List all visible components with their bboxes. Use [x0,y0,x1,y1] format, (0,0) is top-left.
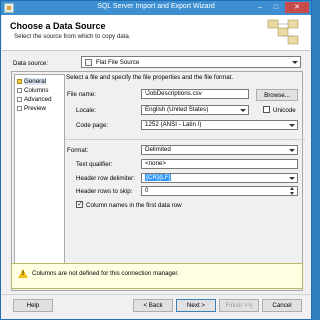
chevron-down-icon[interactable] [287,121,296,129]
title-bar[interactable]: SQL Server Import and Export Wizard – □ … [1,1,311,15]
maximize-button[interactable]: □ [269,2,283,13]
data-source-value: Flat File Source [96,59,140,66]
nav-item-preview[interactable]: Preview [17,104,46,112]
help-button[interactable]: Help [13,299,53,312]
column-names-checkbox[interactable] [76,200,83,208]
back-button[interactable]: < Back [133,299,173,312]
warning-icon [17,78,22,84]
general-description: Select a file and specify the file prope… [66,74,234,81]
nav-item-advanced[interactable]: Advanced [17,95,52,103]
nav-item-columns[interactable]: Columns [17,86,48,94]
header-row-delimiter-value: {CR}{LF} [145,174,172,181]
text-qualifier-label: Text qualifier: [76,161,113,168]
chevron-down-icon[interactable] [238,106,247,114]
browse-button[interactable]: Browse... [256,89,298,101]
unicode-label: Unicode [273,107,296,114]
header-row-delimiter-dropdown[interactable]: {CR}{LF} [141,173,298,183]
nav-item-general[interactable]: General [17,77,47,85]
page-icon [17,96,22,102]
wizard-header: Choose a Data Source Select the source f… [2,15,310,51]
data-source-dropdown[interactable]: Flat File Source [81,56,301,68]
format-value: Delimited [145,146,171,153]
close-button[interactable]: ✕ [285,2,309,13]
header-rows-skip-label: Header rows to skip: [76,188,133,195]
spinner-arrows-icon[interactable] [289,187,296,195]
header-rows-skip-value: 0 [145,187,149,194]
header-row-delimiter-label: Header row delimiter: [76,175,135,182]
wizard-window: SQL Server Import and Export Wizard – □ … [0,0,312,320]
warning-text: Columns are not defined for this connect… [32,270,179,277]
bottom-separator [2,294,310,295]
warning-icon: ! [18,269,28,278]
page-subtitle: Select the source from which to copy dat… [14,33,131,40]
format-dropdown[interactable]: Delimited [141,145,298,155]
code-page-label: Code page: [76,122,108,129]
unicode-checkbox[interactable] [263,106,270,113]
chevron-down-icon[interactable] [290,58,299,66]
nav-item-label: General [24,77,47,85]
warning-bar: ! Columns are not defined for this conne… [11,263,303,289]
nav-item-label: Columns [24,86,49,94]
chevron-down-icon[interactable] [287,174,296,182]
nav-list: General Columns Advanced Preview [14,74,65,288]
minimize-button[interactable]: – [253,2,267,13]
nav-item-label: Preview [24,104,47,112]
page-icon [17,87,22,93]
file-name-field[interactable]: \JobDescriptions.csv [141,89,249,99]
cancel-button[interactable]: Cancel [262,299,302,312]
flat-file-icon [85,59,92,66]
section-divider [65,139,305,140]
file-name-label: File name: [67,91,96,98]
finish-button[interactable]: Finish >>| [219,299,259,312]
code-page-dropdown[interactable]: 1252 (ANSI - Latin I) [141,120,298,130]
locale-label: Locale: [76,107,96,114]
nav-item-label: Advanced [24,95,52,103]
data-source-label: Data source: [13,60,49,67]
text-qualifier-field[interactable]: <none> [141,159,298,169]
wizard-graphic-icon [267,19,299,45]
header-rows-skip-stepper[interactable]: 0 [141,186,298,196]
chevron-down-icon[interactable] [287,146,296,154]
next-button[interactable]: Next > [176,299,216,312]
page-icon [17,105,22,111]
column-names-label: Column names in the first data row [86,202,182,209]
locale-dropdown[interactable]: English (United States) [141,105,249,115]
locale-value: English (United States) [145,106,209,113]
page-title: Choose a Data Source [10,21,106,31]
format-label: Format: [67,147,89,154]
code-page-value: 1252 (ANSI - Latin I) [145,121,202,128]
